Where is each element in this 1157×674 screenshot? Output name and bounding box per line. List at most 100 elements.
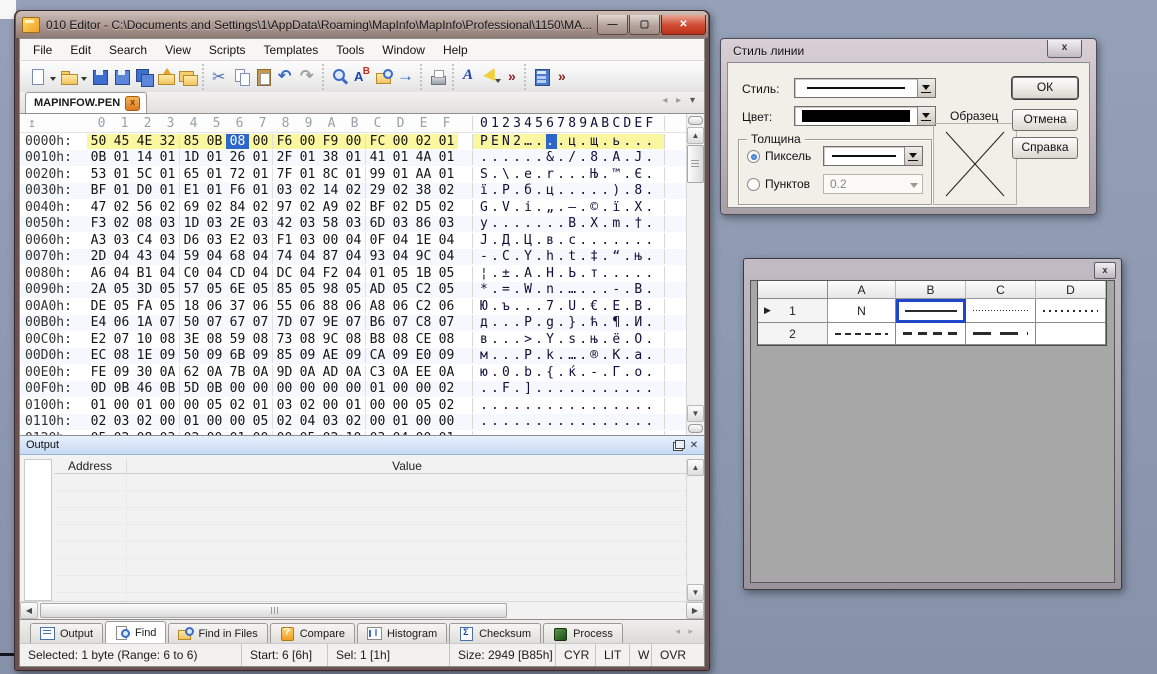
- open-file-icon[interactable]: [59, 67, 79, 87]
- hex-byte[interactable]: 04: [203, 249, 226, 264]
- hex-byte[interactable]: 04: [249, 249, 273, 264]
- ansi-text[interactable]: -.C.Y.h.t.‡.“.њ.: [472, 249, 665, 264]
- cut-icon[interactable]: [210, 67, 230, 87]
- hex-byte[interactable]: 08: [203, 332, 226, 347]
- find-in-files-icon[interactable]: [374, 67, 394, 87]
- split-view-button-bottom[interactable]: [688, 424, 703, 433]
- hex-byte[interactable]: 00: [389, 398, 412, 413]
- hex-byte[interactable]: 00: [110, 398, 133, 413]
- hex-byte[interactable]: 53: [87, 167, 110, 182]
- hex-byte[interactable]: 00: [296, 381, 319, 396]
- hex-byte[interactable]: DC: [273, 266, 296, 281]
- hex-byte[interactable]: 08: [156, 332, 180, 347]
- address-column-icon[interactable]: ↥: [20, 116, 90, 131]
- hex-byte[interactable]: 0A: [296, 365, 319, 380]
- hex-byte[interactable]: 1A: [133, 315, 156, 330]
- hex-byte[interactable]: 01: [435, 134, 458, 149]
- hex-byte[interactable]: 38: [412, 183, 435, 198]
- output-panel-titlebar[interactable]: Output ✕: [20, 436, 704, 455]
- hex-byte[interactable]: 04: [342, 266, 366, 281]
- tool-tab-checksum[interactable]: Checksum: [449, 623, 541, 643]
- hex-byte[interactable]: 04: [389, 233, 412, 248]
- hex-byte[interactable]: C8: [412, 315, 435, 330]
- hex-byte[interactable]: 10: [133, 332, 156, 347]
- save-icon[interactable]: [90, 67, 110, 87]
- style-dropdown-icon[interactable]: [917, 79, 935, 97]
- hex-byte[interactable]: 00: [273, 431, 296, 435]
- hex-row[interactable]: 0020h:53015C01650172017F018C019901AA01S.…: [20, 166, 704, 183]
- style-combobox[interactable]: [794, 78, 936, 98]
- hex-byte[interactable]: 07: [435, 315, 458, 330]
- goto-icon[interactable]: [396, 67, 416, 87]
- hex-byte[interactable]: 88: [319, 299, 342, 314]
- hex-byte[interactable]: 03: [110, 414, 133, 429]
- tool-tab-output[interactable]: Output: [30, 623, 103, 643]
- menu-tools[interactable]: Tools: [327, 41, 373, 59]
- hex-byte[interactable]: 01: [389, 167, 412, 182]
- hex-byte[interactable]: F3: [87, 216, 110, 231]
- new-document-icon[interactable]: [28, 67, 48, 87]
- hex-byte[interactable]: 1E: [412, 233, 435, 248]
- ansi-text[interactable]: Ю.ъ...7.U.€.Ё.В.: [472, 299, 665, 314]
- hex-byte[interactable]: C3: [366, 365, 389, 380]
- points-radio[interactable]: [747, 178, 760, 191]
- hex-byte[interactable]: 00: [389, 134, 412, 149]
- hex-byte[interactable]: 56: [133, 200, 156, 215]
- hex-byte[interactable]: 74: [273, 249, 296, 264]
- hex-byte[interactable]: 59: [226, 332, 249, 347]
- menu-edit[interactable]: Edit: [61, 41, 100, 59]
- hex-byte[interactable]: 99: [366, 167, 389, 182]
- hex-byte[interactable]: 01: [203, 183, 226, 198]
- hex-byte[interactable]: 07: [389, 315, 412, 330]
- font-icon[interactable]: [460, 67, 480, 87]
- hex-byte[interactable]: 00: [366, 414, 389, 429]
- hex-byte[interactable]: 01: [87, 398, 110, 413]
- hex-byte[interactable]: F1: [273, 233, 296, 248]
- grid-row-header-2[interactable]: 2: [758, 323, 828, 345]
- hex-byte[interactable]: A6: [87, 266, 110, 281]
- hex-byte[interactable]: 2A: [87, 282, 110, 297]
- hex-byte[interactable]: 84: [226, 200, 249, 215]
- hex-byte[interactable]: 02: [296, 183, 319, 198]
- hex-byte[interactable]: 01: [435, 150, 458, 165]
- tool-tab-compare[interactable]: Compare: [270, 623, 355, 643]
- hex-byte[interactable]: 00: [389, 381, 412, 396]
- hex-byte[interactable]: F2: [319, 266, 342, 281]
- hex-byte[interactable]: 0A: [342, 365, 366, 380]
- hex-byte[interactable]: 07: [342, 315, 366, 330]
- hex-byte[interactable]: 04: [435, 249, 458, 264]
- tool-tab-find-in-files[interactable]: Find in Files: [168, 623, 267, 643]
- hex-byte[interactable]: 07: [156, 315, 180, 330]
- close-button[interactable]: ✕: [661, 15, 706, 35]
- hex-byte[interactable]: 03: [366, 431, 389, 435]
- output-scroll-up-icon[interactable]: ▲: [687, 459, 704, 476]
- hex-byte[interactable]: 03: [296, 216, 319, 231]
- hex-byte[interactable]: B6: [366, 315, 389, 330]
- hex-byte[interactable]: 00: [412, 381, 435, 396]
- hex-byte[interactable]: 01: [249, 183, 273, 198]
- hex-byte[interactable]: 04: [156, 249, 180, 264]
- hex-byte[interactable]: 00: [412, 414, 435, 429]
- hex-byte[interactable]: 03: [156, 216, 180, 231]
- hex-byte[interactable]: 00: [319, 398, 342, 413]
- hex-byte[interactable]: 04: [156, 266, 180, 281]
- hex-byte[interactable]: 00: [249, 134, 273, 149]
- hex-byte[interactable]: 06: [389, 299, 412, 314]
- hex-byte[interactable]: 02: [273, 414, 296, 429]
- hex-byte[interactable]: FA: [133, 299, 156, 314]
- hex-byte[interactable]: C4: [133, 233, 156, 248]
- ansi-text[interactable]: ю.0.b.{.ќ.-.Г.о.: [472, 365, 665, 380]
- hex-byte[interactable]: D0: [133, 183, 156, 198]
- hex-byte[interactable]: 05: [435, 282, 458, 297]
- hex-byte[interactable]: 93: [366, 249, 389, 264]
- hex-byte[interactable]: 01: [435, 167, 458, 182]
- hex-byte[interactable]: 03: [249, 233, 273, 248]
- hex-byte[interactable]: 6D: [366, 216, 389, 231]
- hex-byte[interactable]: 0B: [87, 150, 110, 165]
- find-icon[interactable]: [330, 67, 350, 87]
- hex-byte[interactable]: 03: [342, 216, 366, 231]
- ansi-text[interactable]: у.......B.X.m.†.: [472, 216, 665, 231]
- hex-byte[interactable]: 0B: [110, 381, 133, 396]
- hex-byte[interactable]: 67: [226, 315, 249, 330]
- grid-cell-c2[interactable]: [966, 323, 1036, 345]
